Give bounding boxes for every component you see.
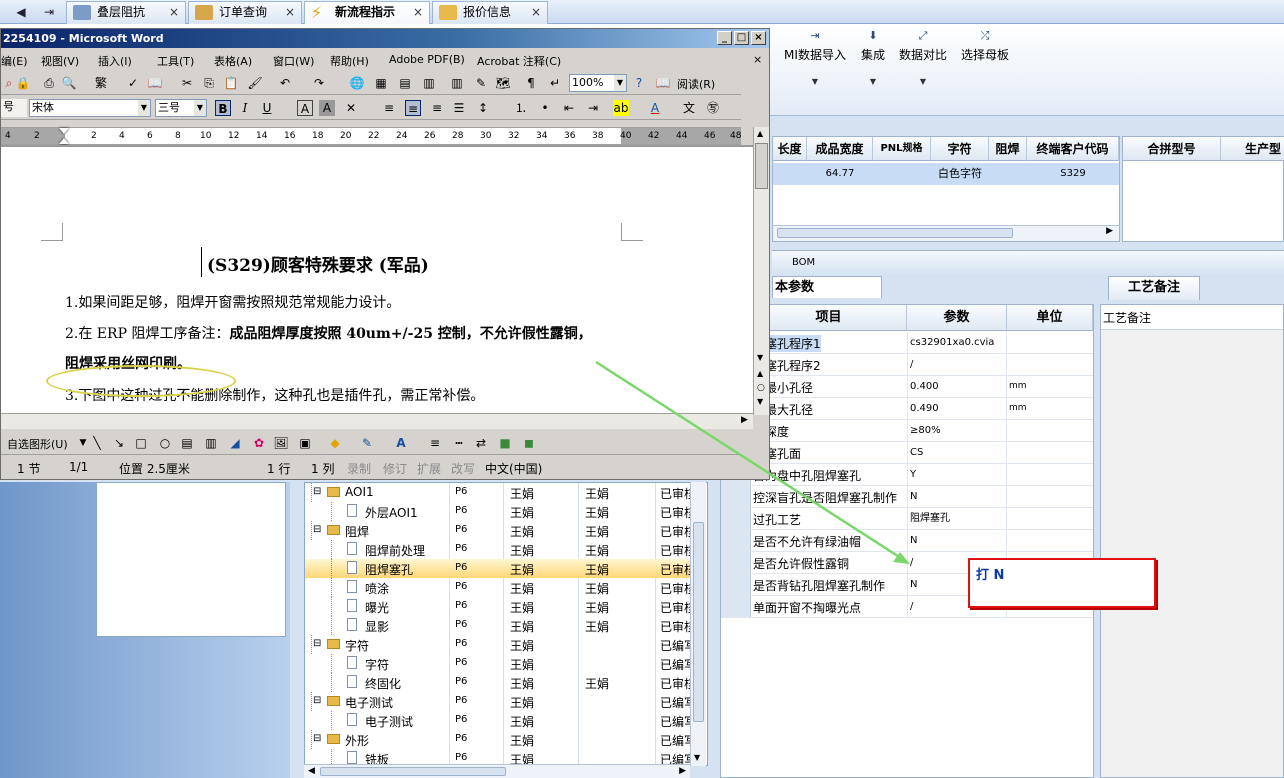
callout-text: 打 N — [976, 568, 1005, 583]
annotation-arrow — [595, 360, 910, 564]
arrow-line — [595, 360, 905, 562]
annotation-callout: 打 N — [968, 558, 1156, 608]
